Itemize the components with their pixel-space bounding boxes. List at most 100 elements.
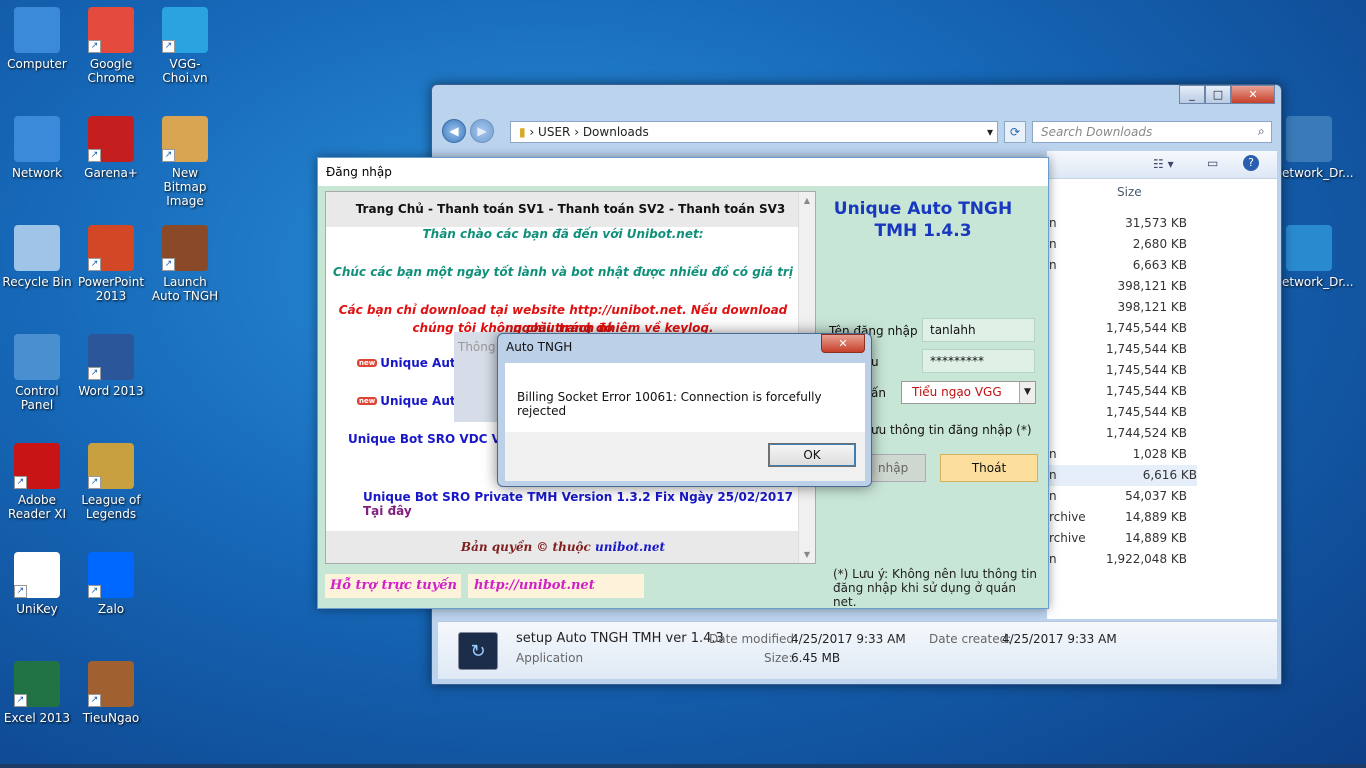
file-row[interactable]: n 6,663 KB <box>1047 255 1187 276</box>
server-label: ấn <box>871 386 886 400</box>
shortcut-arrow-icon: ↗ <box>162 149 175 162</box>
link-unique-auto-1[interactable]: new Unique Auto <box>357 356 464 370</box>
desktop-icon[interactable]: ↗ League of Legends <box>75 443 147 521</box>
desktop-icon-label: Network_Dr... <box>1273 166 1354 180</box>
desktop-icon[interactable]: ↗ Google Chrome <box>75 7 147 85</box>
file-row[interactable]: 398,121 KB <box>1047 297 1187 318</box>
desktop-icon[interactable]: ↗ Garena+ <box>75 116 147 180</box>
desktop-icon[interactable]: ↗ Zalo <box>75 552 147 616</box>
desktop-icon[interactable]: Network_Dr... <box>1273 116 1354 180</box>
address-bar[interactable]: ▮ › USER › Downloads ▾ <box>510 121 998 143</box>
forward-button[interactable]: ▶ <box>470 119 494 143</box>
file-size: 398,121 KB <box>1117 300 1187 314</box>
file-list[interactable]: Size n 31,573 KB n 2,680 KB n 6,663 KB 398,121… <box>1047 179 1277 619</box>
browser-menu[interactable]: Trang Chủ - Thanh toán SV1 - Thanh toán … <box>326 192 815 227</box>
desktop-icon[interactable]: ↗ New Bitmap Image <box>149 116 221 208</box>
app-icon: ↗ <box>162 7 208 53</box>
maximize-button[interactable]: □ <box>1205 85 1231 104</box>
desktop-icon-label: Launch Auto TNGH <box>151 275 219 303</box>
server-select[interactable]: Tiểu ngạo VGG ▼ <box>901 381 1036 404</box>
desktop-icon[interactable]: ↗ PowerPoint 2013 <box>75 225 147 303</box>
file-row[interactable]: n 31,573 KB <box>1047 213 1187 234</box>
password-label: u <box>871 355 879 369</box>
desktop-icon[interactable]: ↗ UniKey <box>1 552 73 616</box>
back-button[interactable]: ◀ <box>442 119 466 143</box>
desktop-icon[interactable]: ↗ Excel 2013 <box>1 661 73 725</box>
dialog-footer: OK <box>505 432 865 481</box>
window-controls: _ □ ✕ <box>1179 85 1275 104</box>
app-icon: ↗ <box>14 552 60 598</box>
close-button[interactable]: ✕ <box>1231 85 1275 104</box>
column-header-size[interactable]: Size <box>1117 185 1142 199</box>
desktop-icon-label: Control Panel <box>15 384 59 412</box>
file-row[interactable]: 1,745,544 KB <box>1047 402 1187 423</box>
file-row[interactable]: 1,744,524 KB <box>1047 423 1187 444</box>
desktop-icon[interactable]: ↗ Adobe Reader XI <box>1 443 73 521</box>
note-text: (*) Lưu ý: Không nên lưu thông tin đăng … <box>833 567 1037 609</box>
file-size: 54,037 KB <box>1125 489 1187 503</box>
refresh-button[interactable]: ⟳ <box>1004 121 1026 143</box>
search-input[interactable]: Search Downloads <box>1032 121 1272 143</box>
desktop-icon[interactable]: Control Panel <box>1 334 73 412</box>
username-field[interactable]: tanlahh <box>922 318 1035 342</box>
file-row[interactable]: n 54,037 KB <box>1047 486 1187 507</box>
file-row[interactable]: 398,121 KB <box>1047 276 1187 297</box>
chevron-down-icon[interactable]: ▼ <box>1019 382 1035 403</box>
desktop-icon[interactable]: ↗ TieuNgao <box>75 661 147 725</box>
remember-label[interactable]: ưu thông tin đăng nhập (*) <box>871 423 1032 437</box>
details-filename: setup Auto TNGH TMH ver 1.4.3 <box>516 631 724 646</box>
file-row[interactable]: 1,745,544 KB <box>1047 339 1187 360</box>
desktop-icon[interactable]: ↗ Launch Auto TNGH <box>149 225 221 303</box>
desktop-icon[interactable]: ↗ Word 2013 <box>75 334 147 398</box>
preview-pane-icon[interactable]: ▭ <box>1207 156 1218 170</box>
minimize-button[interactable]: _ <box>1179 85 1205 104</box>
ok-button[interactable]: OK <box>768 443 856 467</box>
shortcut-arrow-icon: ↗ <box>88 476 101 489</box>
file-type: n <box>1049 468 1057 482</box>
link-unique-auto-2[interactable]: new Unique Auto <box>357 394 464 408</box>
file-size: 398,121 KB <box>1117 279 1187 293</box>
file-row[interactable]: n 6,616 KB <box>1047 465 1197 486</box>
desktop-icon-label: VGG-Choi.vn <box>162 57 208 85</box>
details-kind: Application <box>516 651 584 665</box>
file-row[interactable]: rchive 14,889 KB <box>1047 507 1187 528</box>
dialog-close-button[interactable]: ✕ <box>821 334 865 353</box>
desktop-icon-label: Adobe Reader XI <box>7 493 67 521</box>
desktop-icon-label: Network_Dr... <box>1273 275 1354 289</box>
breadcrumb-user[interactable]: USER <box>538 125 570 139</box>
error-dialog[interactable]: Auto TNGH ✕ Billing Socket Error 10061: … <box>497 333 872 487</box>
support-link[interactable]: http://unibot.net <box>468 574 644 598</box>
file-row[interactable]: 1,745,544 KB <box>1047 360 1187 381</box>
file-row[interactable]: n 1,922,048 KB <box>1047 549 1187 570</box>
app-icon: ↗ <box>88 661 134 707</box>
password-field[interactable]: ********* <box>922 349 1035 373</box>
link-bot-tmh[interactable]: Unique Bot SRO Private TMH Version 1.3.2… <box>363 490 815 518</box>
file-row[interactable]: n 2,680 KB <box>1047 234 1187 255</box>
dialog-title: Auto TNGH <box>506 340 573 354</box>
file-row[interactable]: n 1,028 KB <box>1047 444 1187 465</box>
folder-icon: ▮ <box>519 125 526 139</box>
shortcut-arrow-icon: ↗ <box>14 476 27 489</box>
file-row[interactable]: 1,745,544 KB <box>1047 381 1187 402</box>
copyright-footer: Bản quyền © thuộc unibot.net <box>326 531 800 563</box>
view-options-icon[interactable]: ☷ ▾ <box>1153 157 1174 171</box>
file-type: n <box>1049 552 1057 566</box>
desktop-icon-label: Garena+ <box>84 166 138 180</box>
chevron-down-icon[interactable]: ▾ <box>987 122 993 142</box>
desktop-icon[interactable]: Network_Dr... <box>1273 225 1354 289</box>
breadcrumb-downloads[interactable]: Downloads <box>583 125 649 139</box>
new-badge: new <box>357 359 378 367</box>
file-row[interactable]: rchive 14,889 KB <box>1047 528 1187 549</box>
shortcut-arrow-icon: ↗ <box>88 585 101 598</box>
login-button[interactable]: nhập <box>863 454 926 482</box>
desktop-icon[interactable]: ↗ VGG-Choi.vn <box>149 7 221 85</box>
desktop-icon[interactable]: Computer <box>1 7 73 71</box>
file-row[interactable]: 1,745,544 KB <box>1047 318 1187 339</box>
desktop-icon[interactable]: Network <box>1 116 73 180</box>
help-icon[interactable]: ? <box>1243 155 1259 171</box>
shortcut-arrow-icon: ↗ <box>88 694 101 707</box>
app-icon: ↗ <box>14 661 60 707</box>
file-size: 1,028 KB <box>1132 447 1187 461</box>
exit-button[interactable]: Thoát <box>940 454 1038 482</box>
desktop-icon[interactable]: Recycle Bin <box>1 225 73 289</box>
